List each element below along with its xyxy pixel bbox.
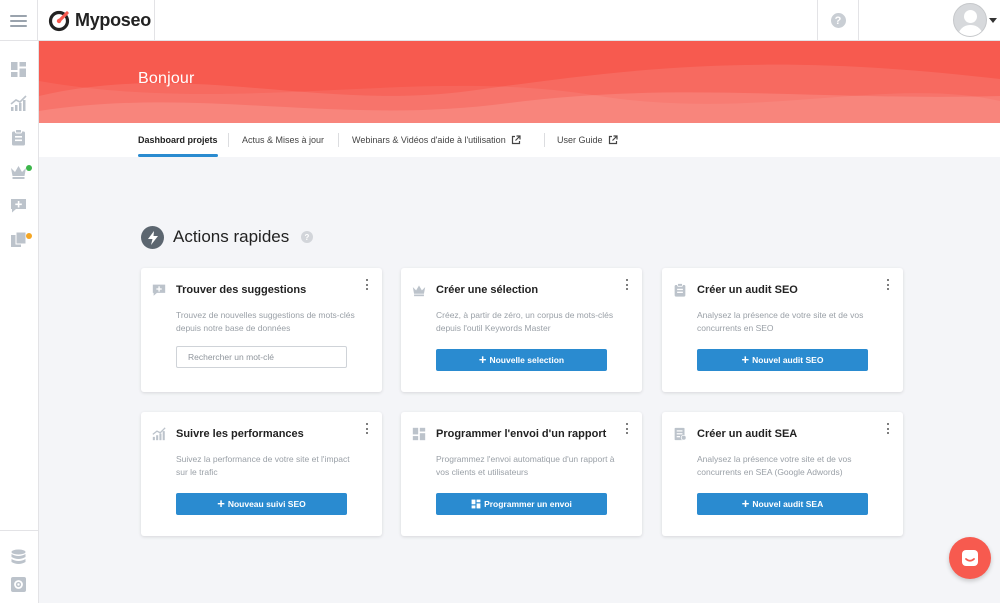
top-bar: Myposeo ? bbox=[0, 0, 1000, 41]
brand[interactable]: Myposeo bbox=[38, 0, 155, 41]
card-description: Suivez la performance de votre site et l… bbox=[176, 454, 350, 477]
plus-icon: + bbox=[217, 496, 225, 511]
card-title: Programmer l'envoi d'un rapport bbox=[436, 428, 607, 440]
card-description: Programmez l'envoi automatique d'un rapp… bbox=[436, 454, 615, 477]
chevron-down-icon bbox=[989, 17, 997, 23]
welcome-banner: Bonjour bbox=[39, 41, 1000, 123]
tab-divider bbox=[544, 133, 545, 147]
clipboard-icon[interactable] bbox=[10, 129, 27, 146]
new-seo-tracking-button[interactable]: + Nouveau suivi SEO bbox=[176, 493, 347, 515]
card-audit-seo: Créer un audit SEO Analysez la présence … bbox=[662, 268, 903, 392]
status-dot bbox=[26, 233, 32, 239]
dashboard-icon bbox=[471, 499, 481, 509]
card-title: Suivre les performances bbox=[176, 428, 304, 440]
document-icon bbox=[674, 427, 687, 441]
tab-divider bbox=[338, 133, 339, 147]
button-label: Programmer un envoi bbox=[484, 499, 572, 509]
tab-user-guide[interactable]: User Guide bbox=[557, 123, 618, 157]
button-label: Nouvelle selection bbox=[489, 355, 565, 365]
question-circle-icon: ? bbox=[830, 13, 846, 28]
tab-label: Dashboard projets bbox=[138, 135, 218, 145]
button-label: Nouvel audit SEO bbox=[752, 355, 824, 365]
calendar-icon[interactable] bbox=[10, 231, 27, 248]
kebab-menu-icon[interactable] bbox=[624, 278, 630, 291]
kebab-menu-icon[interactable] bbox=[885, 278, 891, 291]
tab-actus[interactable]: Actus & Mises à jour bbox=[242, 123, 324, 157]
card-title: Créer un audit SEO bbox=[697, 284, 798, 296]
status-dot bbox=[26, 165, 32, 171]
plus-icon: + bbox=[741, 352, 750, 367]
card-selection: Créer une sélection Créez, à partir de z… bbox=[401, 268, 642, 392]
tab-label: User Guide bbox=[557, 135, 603, 145]
dashboard-icon[interactable] bbox=[10, 61, 27, 78]
tab-label: Webinars & Vidéos d'aide à l'utilisation bbox=[352, 135, 506, 145]
keyword-search-input[interactable] bbox=[176, 346, 347, 368]
card-suggestions: Trouver des suggestions Trouvez de nouve… bbox=[141, 268, 382, 392]
tab-webinars[interactable]: Webinars & Vidéos d'aide à l'utilisation bbox=[352, 123, 521, 157]
card-description: Analysez la présence de votre site et de… bbox=[697, 310, 864, 333]
chart-icon[interactable] bbox=[10, 95, 27, 112]
sidebar-divider bbox=[0, 530, 39, 531]
card-description: Créez, à partir de zéro, un corpus de mo… bbox=[436, 310, 614, 333]
kebab-menu-icon[interactable] bbox=[885, 422, 891, 435]
lightning-icon bbox=[141, 226, 164, 249]
card-title: Créer une sélection bbox=[436, 284, 539, 296]
plus-icon: + bbox=[741, 496, 750, 511]
card-title: Trouver des suggestions bbox=[176, 284, 307, 296]
tab-label: Actus & Mises à jour bbox=[242, 135, 325, 145]
external-link-icon bbox=[511, 135, 521, 145]
kebab-menu-icon[interactable] bbox=[624, 422, 630, 435]
new-seo-audit-button[interactable]: + Nouvel audit SEO bbox=[697, 349, 868, 371]
chart-icon bbox=[152, 427, 166, 441]
user-avatar-icon bbox=[953, 3, 987, 37]
menu-toggle-icon[interactable] bbox=[0, 0, 38, 41]
new-selection-button[interactable]: + Nouvelle selection bbox=[436, 349, 607, 371]
card-performance: Suivre les performances Suivez la perfor… bbox=[141, 412, 382, 536]
settings-icon[interactable] bbox=[10, 576, 27, 593]
account-menu[interactable] bbox=[953, 3, 997, 37]
dashboard-icon bbox=[412, 427, 426, 441]
help-button[interactable]: ? bbox=[817, 0, 859, 41]
schedule-report-button[interactable]: Programmer un envoi bbox=[436, 493, 607, 515]
button-label: Nouvel audit SEA bbox=[752, 499, 824, 509]
card-title: Créer un audit SEA bbox=[697, 428, 798, 440]
myposeo-logo-icon bbox=[48, 10, 70, 31]
card-description: Trouvez de nouvelles suggestions de mots… bbox=[176, 310, 355, 333]
tab-divider bbox=[228, 133, 229, 147]
question-circle-icon[interactable]: ? bbox=[301, 231, 313, 243]
kebab-menu-icon[interactable] bbox=[364, 422, 370, 435]
card-report: Programmer l'envoi d'un rapport Programm… bbox=[401, 412, 642, 536]
database-icon[interactable] bbox=[10, 549, 27, 566]
message-plus-icon bbox=[152, 284, 166, 296]
section-title: Actions rapides bbox=[173, 227, 290, 246]
brand-name: Myposeo bbox=[75, 10, 151, 30]
button-label: Nouveau suivi SEO bbox=[227, 499, 306, 509]
clipboard-icon bbox=[674, 283, 686, 297]
greeting-title: Bonjour bbox=[138, 70, 195, 87]
chat-icon bbox=[962, 550, 978, 566]
plus-icon: + bbox=[478, 352, 487, 367]
tab-dashboard-projets[interactable]: Dashboard projets bbox=[138, 123, 218, 157]
crown-icon bbox=[412, 285, 426, 297]
tab-bar: Dashboard projets Actus & Mises à jour W… bbox=[39, 123, 1000, 157]
crown-icon[interactable] bbox=[10, 163, 27, 180]
card-description: Analysez la présence votre site et de vo… bbox=[697, 454, 852, 477]
external-link-icon bbox=[608, 135, 618, 145]
sidebar bbox=[0, 41, 39, 603]
chat-button[interactable] bbox=[949, 537, 991, 579]
kebab-menu-icon[interactable] bbox=[364, 278, 370, 291]
message-plus-icon[interactable] bbox=[10, 197, 27, 214]
card-audit-sea: Créer un audit SEA Analysez la présence … bbox=[662, 412, 903, 536]
new-sea-audit-button[interactable]: + Nouvel audit SEA bbox=[697, 493, 868, 515]
